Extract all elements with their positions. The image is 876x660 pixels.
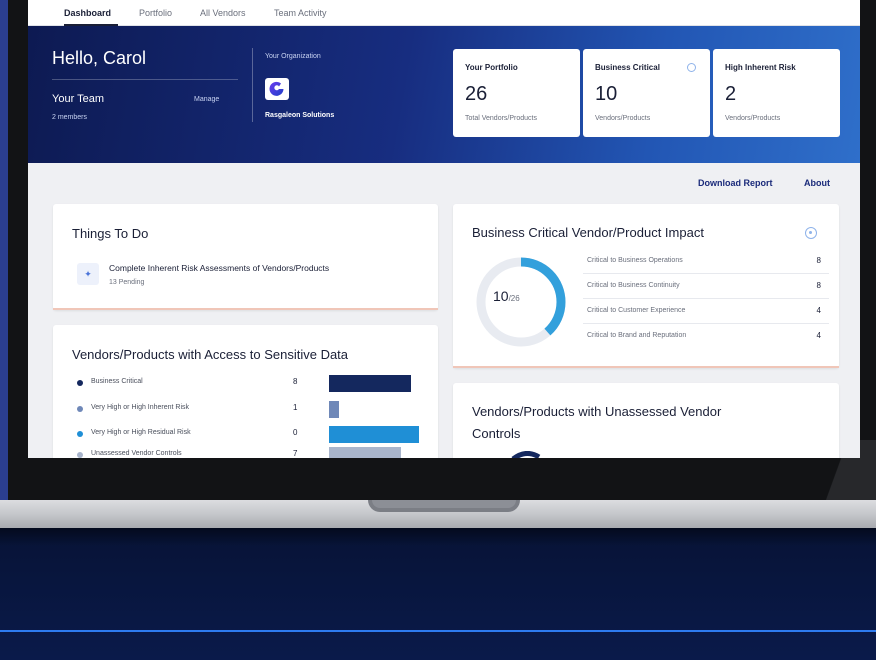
about-link[interactable]: About [804,178,830,188]
impact-label: Critical to Brand and Reputation [587,332,687,339]
info-icon[interactable] [687,63,696,72]
todo-item-pending: 13 Pending [109,279,145,286]
sensitive-data-card: Vendors/Products with Access to Sensitiv… [53,325,438,458]
legend-dot [77,431,83,437]
todo-item-title[interactable]: Complete Inherent Risk Assessments of Ve… [109,263,329,273]
row-label: Very High or High Inherent Risk [91,404,190,411]
impact-row: Critical to Business Continuity 8 [583,274,829,299]
impact-value: 8 [816,256,821,265]
business-impact-card: Business Critical Vendor/Product Impact … [453,204,839,368]
top-navigation: Dashboard Portfolio All Vendors Team Act… [28,0,860,26]
greeting: Hello, Carol [52,48,147,68]
donut-chart-partial [511,451,541,458]
stat-subtitle: Vendors/Products [725,115,781,122]
impact-value: 4 [816,306,821,315]
value-bar [329,401,339,418]
row-label: Business Critical [91,378,143,385]
stat-card-portfolio[interactable]: Your Portfolio 26 Total Vendors/Products [453,49,580,137]
stat-label: High Inherent Risk [725,63,796,72]
laptop-shadow [0,528,876,546]
impact-value: 8 [816,281,821,290]
donut-label: 10/26 [493,288,520,304]
stat-label: Business Critical [595,63,660,72]
dashboard-screen: Dashboard Portfolio All Vendors Team Act… [28,0,860,458]
team-label: Your Team [52,93,104,105]
things-to-do-card: Things To Do ✦ Complete Inherent Risk As… [53,204,438,310]
card-title: Business Critical Vendor/Product Impact [472,225,704,240]
divider [252,48,253,122]
background-edge [0,0,8,500]
row-value: 0 [293,428,298,437]
legend-dot [77,406,83,412]
organization-logo-icon [269,81,284,96]
divider [52,79,238,80]
impact-row: Critical to Business Operations 8 [583,249,829,274]
stat-subtitle: Total Vendors/Products [465,115,537,122]
welcome-banner: Hello, Carol Your Team Manage 2 members … [28,26,860,163]
tab-dashboard[interactable]: Dashboard [64,8,111,18]
accent-line [0,630,876,632]
row-value: 7 [293,449,298,458]
organization-label: Your Organization [265,53,321,60]
laptop-notch-inner [372,500,516,508]
team-member-count: 2 members [52,114,88,121]
manage-team-link[interactable]: Manage [194,96,219,103]
row-value: 8 [293,377,298,386]
value-bar [329,447,401,458]
sensitive-data-row: Unassessed Vendor Controls 7 [77,447,457,458]
task-icon: ✦ [77,263,99,285]
value-bar [329,426,419,443]
stat-value: 26 [465,83,488,105]
download-report-link[interactable]: Download Report [698,178,773,188]
donut-total: /26 [508,294,520,303]
impact-label: Critical to Business Continuity [587,282,680,289]
impact-label: Critical to Business Operations [587,257,683,264]
donut-value: 10 [493,288,509,304]
impact-value: 4 [816,331,821,340]
card-title: Vendors/Products with Unassessed Vendor [472,404,722,419]
legend-dot [77,380,83,386]
stat-card-high-inherent-risk[interactable]: High Inherent Risk 2 Vendors/Products [713,49,840,137]
impact-donut-chart [476,257,566,347]
organization-logo [265,78,289,100]
row-value: 1 [293,403,298,412]
card-accent [53,308,438,310]
card-title-line2: Controls [472,426,521,441]
legend-dot [77,452,83,458]
tab-all-vendors[interactable]: All Vendors [200,8,246,18]
stat-card-business-critical[interactable]: Business Critical 10 Vendors/Products [583,49,710,137]
sensitive-data-row: Very High or High Residual Risk 0 [77,426,457,443]
sensitive-data-row: Business Critical 8 [77,375,457,392]
organization-name: Rasgaleon Solutions [265,112,335,119]
stat-value: 2 [725,83,737,105]
laptop-scene: Dashboard Portfolio All Vendors Team Act… [0,0,876,660]
unassessed-controls-card: Vendors/Products with Unassessed Vendor … [453,383,839,458]
impact-row: Critical to Brand and Reputation 4 [583,324,829,349]
stat-label: Your Portfolio [465,63,518,72]
row-label: Unassessed Vendor Controls [91,450,182,457]
card-title: Vendors/Products with Access to Sensitiv… [72,347,349,362]
value-bar [329,375,411,392]
card-accent [453,366,839,368]
impact-row: Critical to Customer Experience 4 [583,299,829,324]
tab-portfolio[interactable]: Portfolio [139,8,172,18]
stat-subtitle: Vendors/Products [595,115,651,122]
sensitive-data-row: Very High or High Inherent Risk 1 [77,401,457,418]
impact-label: Critical to Customer Experience [587,307,686,314]
info-icon[interactable] [805,227,817,239]
tab-team-activity[interactable]: Team Activity [274,8,327,18]
stat-value: 10 [595,83,618,105]
row-label: Very High or High Residual Risk [91,429,191,436]
background [0,528,876,660]
card-title: Things To Do [72,226,149,241]
